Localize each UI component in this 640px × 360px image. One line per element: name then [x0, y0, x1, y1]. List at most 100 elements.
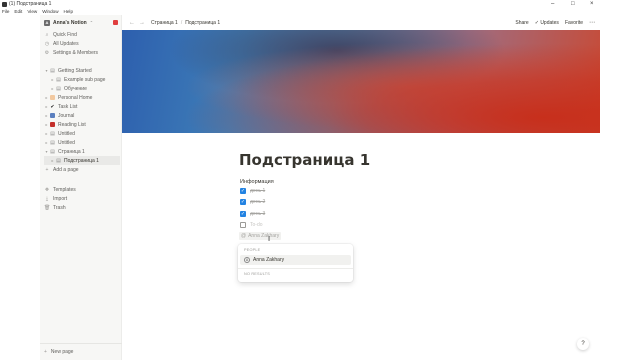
chevron-right-icon[interactable]: ▸: [44, 122, 49, 127]
mention-option-person[interactable]: A Anna Zakhary: [240, 255, 351, 265]
todo-text[interactable]: день 3: [250, 211, 265, 217]
more-options-icon[interactable]: ⋯: [589, 19, 595, 26]
updates-button[interactable]: ✓ Updates: [535, 20, 559, 26]
menu-file[interactable]: File: [2, 9, 9, 14]
plus-icon: +: [44, 348, 47, 355]
sidebar-page-stranitsa-1[interactable]: ▾ ▤ Страница 1: [44, 147, 120, 156]
todo-text[interactable]: день 1: [250, 188, 265, 194]
sidebar-item-label: Getting Started: [58, 67, 92, 74]
mention-input[interactable]: @ Anna Zakhary: [239, 232, 282, 240]
todo-text[interactable]: день 2: [250, 199, 265, 205]
popup-divider: [238, 268, 353, 269]
sidebar-page-untitled-2[interactable]: ▸ ▤ Untitled: [44, 138, 120, 147]
window-title: (1) Подстраница 1: [9, 1, 52, 7]
checkmark-icon: ✔: [50, 103, 55, 110]
sidebar-item-import[interactable]: ⤓ Import: [44, 194, 120, 203]
checkbox-unchecked[interactable]: [240, 222, 246, 228]
sidebar-page-personal-home[interactable]: ▸ Personal Home: [44, 93, 120, 102]
checkbox-checked[interactable]: ✓: [240, 211, 246, 217]
topbar-actions: Share ✓ Updates Favorite ⋯: [515, 15, 595, 30]
sidebar-page-getting-started[interactable]: ▾ ▤ Getting Started: [44, 66, 120, 75]
import-icon: ⤓: [45, 195, 49, 202]
sidebar-item-label: Import: [53, 195, 68, 202]
new-page-button[interactable]: + New page: [44, 347, 73, 356]
notification-badge[interactable]: [113, 20, 118, 25]
sidebar-page-untitled-1[interactable]: ▸ ▤ Untitled: [44, 129, 120, 138]
sidebar-page-obuchenie[interactable]: ▸ ▤ Обучение: [44, 84, 120, 93]
notebook-icon: [50, 113, 55, 118]
help-button[interactable]: ?: [577, 338, 589, 350]
chevron-down-icon[interactable]: ▾: [44, 149, 49, 154]
close-button[interactable]: ×: [590, 0, 594, 8]
chevron-right-icon[interactable]: ▸: [50, 86, 55, 91]
sidebar-item-label: Personal Home: [58, 94, 93, 101]
menu-help[interactable]: Help: [64, 9, 73, 14]
share-button[interactable]: Share: [515, 20, 528, 26]
chevron-right-icon[interactable]: ▸: [44, 131, 49, 136]
menu-window[interactable]: Window: [42, 9, 58, 14]
sidebar-item-trash[interactable]: 🗑 Trash: [44, 203, 120, 212]
sidebar-item-quick-find[interactable]: ⌕ Quick Find: [44, 30, 120, 39]
chevron-right-icon[interactable]: ▸: [44, 113, 49, 118]
minimize-button[interactable]: –: [551, 0, 554, 8]
popup-section-no-results: NO RESULTS: [244, 272, 270, 276]
sidebar-page-example-sub-page[interactable]: ▸ ▤ Example sub page: [44, 75, 120, 84]
search-icon: ⌕: [45, 31, 49, 38]
sidebar-item-label: Страница 1: [58, 148, 85, 155]
workspace-switcher[interactable]: A Anna's Notion ⌃: [44, 18, 120, 27]
chevron-down-icon[interactable]: ▾: [44, 68, 49, 73]
sidebar-item-label: Task List: [58, 103, 78, 110]
sidebar-item-label: All Updates: [53, 40, 79, 47]
sidebar-page-podstranitsa-1[interactable]: ▸ ▤ Подстраница 1: [44, 156, 120, 165]
notion-app-icon: [2, 1, 7, 7]
checkbox-checked[interactable]: ✓: [240, 199, 246, 205]
mention-option-label: Anna Zakhary: [253, 257, 285, 263]
sidebar-item-settings[interactable]: ⚙ Settings & Members: [44, 48, 120, 57]
back-arrow-icon[interactable]: ←: [129, 20, 135, 26]
todo-item[interactable]: To-do: [240, 221, 263, 229]
sidebar-page-journal[interactable]: ▸ Journal: [44, 111, 120, 120]
sidebar-item-templates[interactable]: ❖ Templates: [44, 185, 120, 194]
menu-view[interactable]: View: [27, 9, 37, 14]
page-cover-image[interactable]: [122, 30, 600, 133]
chevron-right-icon[interactable]: ▸: [44, 140, 49, 145]
sidebar-divider: [40, 343, 122, 344]
page-icon: ▤: [56, 85, 61, 92]
page-topbar: ← → Страница 1 / Подстраница 1 Share ✓ U…: [122, 15, 600, 30]
breadcrumb-current[interactable]: Подстраница 1: [185, 20, 220, 26]
mention-query[interactable]: Anna Zakhary: [248, 233, 279, 239]
popup-section-people: PEOPLE: [244, 248, 261, 252]
todo-item[interactable]: ✓ день 3: [240, 210, 265, 218]
sidebar-item-label: Reading List: [58, 121, 86, 128]
todo-item[interactable]: ✓ день 2: [240, 198, 265, 206]
page-title[interactable]: Подстраница 1: [239, 151, 370, 169]
sidebar: A Anna's Notion ⌃ ⌕ Quick Find ◷ All Upd…: [40, 15, 122, 360]
chevron-right-icon[interactable]: ▸: [44, 95, 49, 100]
sidebar-item-label: Обучение: [64, 85, 87, 92]
add-page-button[interactable]: + Add a page: [44, 165, 120, 174]
breadcrumb-parent[interactable]: Страница 1: [151, 20, 178, 26]
forward-arrow-icon[interactable]: →: [139, 20, 145, 26]
menu-edit[interactable]: Edit: [14, 9, 22, 14]
sidebar-item-label: Quick Find: [53, 31, 77, 38]
chevron-right-icon[interactable]: ▸: [44, 104, 49, 109]
todo-placeholder[interactable]: To-do: [250, 222, 263, 228]
favorite-button[interactable]: Favorite: [565, 20, 583, 26]
sidebar-page-reading-list[interactable]: ▸ Reading List: [44, 120, 120, 129]
chevron-right-icon[interactable]: ▸: [50, 77, 55, 82]
sidebar-item-label: Untitled: [58, 130, 75, 137]
page-icon: ▤: [50, 139, 55, 146]
book-icon: [50, 122, 55, 127]
notion-window: (1) Подстраница 1 – □ × File Edit View W…: [0, 0, 640, 360]
page-heading[interactable]: Информация: [240, 179, 274, 185]
workspace-avatar: A: [44, 19, 50, 26]
sidebar-item-all-updates[interactable]: ◷ All Updates: [44, 39, 120, 48]
page-icon: ▤: [56, 157, 61, 164]
sidebar-page-task-list[interactable]: ▸ ✔ Task List: [44, 102, 120, 111]
page-icon: ▤: [50, 130, 55, 137]
maximize-button[interactable]: □: [571, 0, 575, 8]
checkbox-checked[interactable]: ✓: [240, 188, 246, 194]
todo-item[interactable]: ✓ день 1: [240, 187, 265, 195]
trash-icon: 🗑: [44, 204, 51, 211]
chevron-right-icon[interactable]: ▸: [50, 158, 55, 163]
